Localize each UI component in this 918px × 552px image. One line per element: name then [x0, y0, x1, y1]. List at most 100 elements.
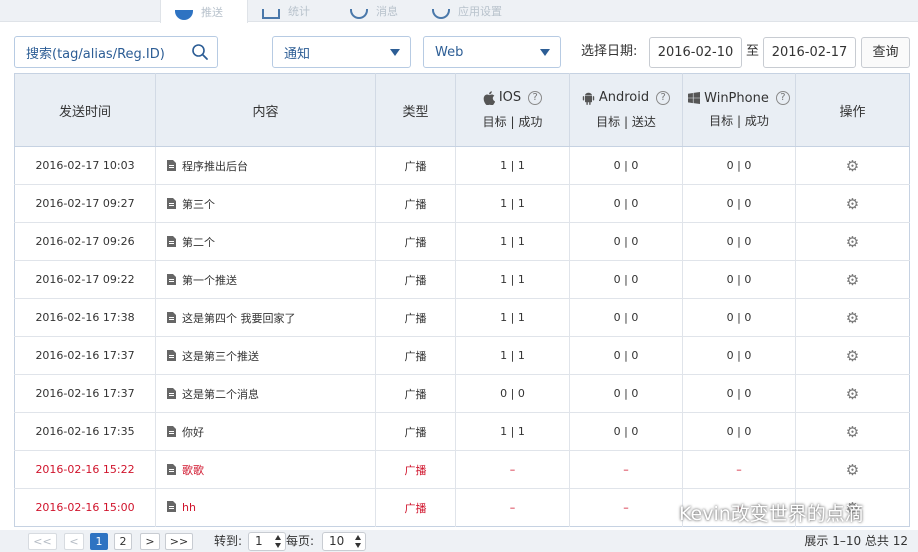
row-type: 广播: [375, 184, 456, 223]
row-winphone-stats: 0 | 0: [682, 222, 796, 261]
row-send-time: 2016-02-16 17:37: [14, 374, 156, 413]
ios-subheader: 目标 | 成功: [482, 114, 543, 129]
goto-page-select[interactable]: 1: [248, 532, 286, 551]
wechat-icon: [648, 501, 674, 522]
last-page-button[interactable]: >>: [165, 533, 193, 550]
query-button[interactable]: 查询: [861, 37, 910, 68]
page-1-button[interactable]: 1: [90, 533, 108, 550]
row-android-stats: 0 | 0: [569, 222, 683, 261]
document-icon: [167, 501, 176, 512]
prev-page-button[interactable]: <: [64, 533, 84, 550]
row-send-time: 2016-02-17 09:22: [14, 260, 156, 299]
row-content[interactable]: 第二个: [155, 222, 376, 261]
push-history-table: 发送时间 内容 类型 IOS ? 目标 | 成功 Android ? 目标 | …: [14, 73, 910, 527]
row-ios-stats: 1 | 1: [455, 184, 570, 223]
row-content[interactable]: 这是第四个 我要回家了: [155, 298, 376, 337]
row-android-stats: 0 | 0: [569, 374, 683, 413]
tab-stats-label: 统计: [288, 5, 310, 18]
table-header-row: 发送时间 内容 类型 IOS ? 目标 | 成功 Android ? 目标 | …: [14, 73, 910, 147]
row-send-time: 2016-02-17 09:26: [14, 222, 156, 261]
row-send-time: 2016-02-16 17:38: [14, 298, 156, 337]
gear-icon[interactable]: ⚙: [846, 271, 859, 289]
message-icon: [350, 9, 368, 19]
table-row[interactable]: 2016-02-16 17:38 这是第四个 我要回家了 广播 1 | 1 0 …: [14, 298, 910, 337]
row-content[interactable]: 这是第二个消息: [155, 374, 376, 413]
goto-page-value: 1: [255, 534, 263, 548]
tab-push[interactable]: 推送: [160, 0, 248, 23]
date-to-input[interactable]: 2016-02-17: [763, 37, 856, 68]
row-winphone-stats: 0 | 0: [682, 184, 796, 223]
row-ios-stats: 1 | 1: [455, 298, 570, 337]
row-ios-stats: –: [455, 488, 570, 527]
gear-icon[interactable]: ⚙: [846, 233, 859, 251]
row-winphone-stats: 0 | 0: [682, 298, 796, 337]
gear-icon[interactable]: ⚙: [846, 157, 859, 175]
row-content[interactable]: hh: [155, 488, 376, 527]
tab-stats[interactable]: 统计: [262, 0, 332, 22]
row-content[interactable]: 程序推出后台: [155, 146, 376, 185]
notify-type-select[interactable]: 通知: [272, 36, 411, 68]
row-content-text: hh: [182, 501, 196, 514]
table-row[interactable]: 2016-02-16 17:35 你好 广播 1 | 1 0 | 0 0 | 0…: [14, 412, 910, 451]
header-type: 类型: [375, 73, 456, 147]
date-from-input[interactable]: 2016-02-10: [649, 37, 742, 68]
row-android-stats: 0 | 0: [569, 336, 683, 375]
row-ios-stats: –: [455, 450, 570, 489]
table-row[interactable]: 2016-02-16 17:37 这是第二个消息 广播 0 | 0 0 | 0 …: [14, 374, 910, 413]
row-content[interactable]: 歌歌: [155, 450, 376, 489]
row-content[interactable]: 这是第三个推送: [155, 336, 376, 375]
gear-icon[interactable]: ⚙: [846, 461, 859, 479]
row-content[interactable]: 你好: [155, 412, 376, 451]
gear-icon[interactable]: ⚙: [846, 195, 859, 213]
tab-message-label: 消息: [376, 5, 398, 18]
table-row[interactable]: 2016-02-17 10:03 程序推出后台 广播 1 | 1 0 | 0 0…: [14, 146, 910, 185]
android-icon: [582, 92, 595, 105]
page-2-button[interactable]: 2: [114, 533, 132, 550]
row-android-stats: –: [569, 450, 683, 489]
source-select[interactable]: Web: [423, 36, 561, 68]
table-row[interactable]: 2016-02-17 09:26 第二个 广播 1 | 1 0 | 0 0 | …: [14, 222, 910, 261]
row-action: ⚙: [795, 450, 910, 489]
row-action: ⚙: [795, 412, 910, 451]
push-icon: [175, 10, 193, 20]
winphone-subheader: 目标 | 成功: [709, 114, 769, 129]
gear-icon[interactable]: ⚙: [846, 347, 859, 365]
tab-message[interactable]: 消息: [350, 0, 420, 22]
help-icon[interactable]: ?: [528, 90, 543, 105]
help-icon[interactable]: ?: [775, 91, 790, 106]
row-content[interactable]: 第三个: [155, 184, 376, 223]
header-content: 内容: [155, 73, 376, 147]
android-label: Android: [598, 90, 650, 106]
gear-icon[interactable]: ⚙: [846, 385, 859, 403]
source-value: Web: [435, 44, 464, 60]
row-action: ⚙: [795, 146, 910, 185]
table-row[interactable]: 2016-02-17 09:22 第一个推送 广播 1 | 1 0 | 0 0 …: [14, 260, 910, 299]
table-row[interactable]: 2016-02-16 15:22 歌歌 广播 – – – ⚙: [14, 450, 910, 489]
header-ios: IOS ? 目标 | 成功: [455, 73, 570, 147]
row-content-text: 这是第四个 我要回家了: [182, 311, 296, 325]
row-send-time: 2016-02-17 10:03: [14, 146, 156, 185]
tab-app-settings[interactable]: 应用设置: [432, 0, 522, 22]
row-type: 广播: [375, 146, 456, 185]
next-page-button[interactable]: >: [140, 533, 160, 550]
per-page-select[interactable]: 10: [322, 532, 366, 551]
search-icon[interactable]: [191, 43, 209, 61]
help-icon[interactable]: ?: [656, 90, 671, 105]
row-action: ⚙: [795, 222, 910, 261]
search-input[interactable]: 搜索(tag/alias/Reg.ID): [14, 36, 218, 68]
row-android-stats: 0 | 0: [569, 298, 683, 337]
row-content-text: 歌歌: [182, 463, 204, 477]
row-type: 广播: [375, 298, 456, 337]
first-page-button[interactable]: <<: [28, 533, 57, 550]
chart-icon: [262, 9, 280, 19]
ios-label: IOS: [498, 90, 522, 106]
row-type: 广播: [375, 488, 456, 527]
gear-icon[interactable]: ⚙: [846, 309, 859, 327]
gear-icon[interactable]: ⚙: [846, 423, 859, 441]
document-icon: [167, 197, 176, 209]
table-row[interactable]: 2016-02-17 09:27 第三个 广播 1 | 1 0 | 0 0 | …: [14, 184, 910, 223]
row-content[interactable]: 第一个推送: [155, 260, 376, 299]
row-action: ⚙: [795, 184, 910, 223]
row-android-stats: 0 | 0: [569, 146, 683, 185]
table-row[interactable]: 2016-02-16 17:37 这是第三个推送 广播 1 | 1 0 | 0 …: [14, 336, 910, 375]
